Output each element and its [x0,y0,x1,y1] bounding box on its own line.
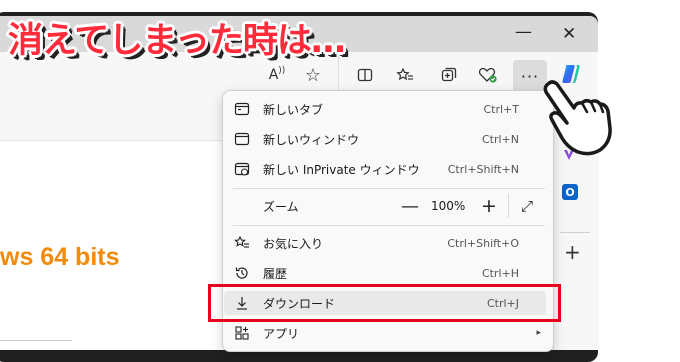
menu-item-shortcut: Ctrl+Shift+O [447,236,519,250]
zoom-level: 100% [431,199,466,213]
read-aloud-icon[interactable]: A)) [266,64,288,86]
browser-essentials-icon[interactable] [477,64,499,86]
new-tab-icon [233,100,251,118]
menu-item-label: 新しいウィンドウ [263,132,360,147]
read-aloud-glyph: A [268,67,279,83]
submenu-chevron-icon: ▸ [536,328,541,338]
menu-item-zoom: ズーム — 100% + ⤢ [223,191,553,221]
headline-banner: 消えてしまった時は… [8,21,346,61]
zoom-in-button[interactable]: + [481,195,497,217]
menu-item-new-window[interactable]: 新しいウィンドウ Ctrl+N [223,124,553,154]
menu-separator [233,225,545,226]
add-sidebar-app-button[interactable]: + [564,240,581,264]
page-heading-text: ws 64 bits [0,243,120,271]
history-icon [233,264,251,282]
menu-item-shortcut: Ctrl+T [483,102,519,116]
menu-item-shortcut: Ctrl+N [481,132,519,146]
content-divider [0,340,72,341]
split-screen-icon[interactable] [354,64,376,86]
menu-item-favorites[interactable]: お気に入り Ctrl+Shift+O [223,228,553,258]
menu-item-label: お気に入り [263,236,324,251]
menu-item-new-tab[interactable]: 新しいタブ Ctrl+T [223,94,553,124]
menu-item-label: 新しい InPrivate ウィンドウ [263,162,420,177]
apps-icon [233,324,251,342]
collections-icon[interactable] [438,64,460,86]
fullscreen-icon[interactable]: ⤢ [521,197,533,215]
menu-item-new-inprivate-window[interactable]: 新しい InPrivate ウィンドウ Ctrl+Shift+N [223,154,553,184]
inprivate-window-icon [233,160,251,178]
new-window-icon [233,130,251,148]
menu-item-label: 履歴 [263,266,288,281]
menu-item-label: 新しいタブ [263,102,324,117]
favorites-menu-icon [233,234,251,252]
menu-item-label: アプリ [263,326,300,341]
pointing-hand-icon [543,80,612,156]
menu-item-shortcut: Ctrl+Shift+N [447,162,519,176]
close-button[interactable]: ✕ [562,24,576,44]
menu-item-label: ズーム [263,199,299,214]
sidebar-divider [560,232,590,233]
downloads-highlight-box [208,284,561,322]
zoom-separator [508,194,509,218]
menu-separator [233,188,545,189]
menu-item-apps[interactable]: アプリ ▸ [223,318,553,348]
favorites-icon[interactable] [394,64,416,86]
menu-item-shortcut: Ctrl+H [481,266,519,280]
content-header-band [0,96,222,141]
zoom-out-button[interactable]: — [401,196,419,217]
favorite-star-icon[interactable]: ☆ [302,64,324,86]
outlook-icon[interactable]: O [562,184,578,200]
minimize-button[interactable]: — [515,22,532,42]
